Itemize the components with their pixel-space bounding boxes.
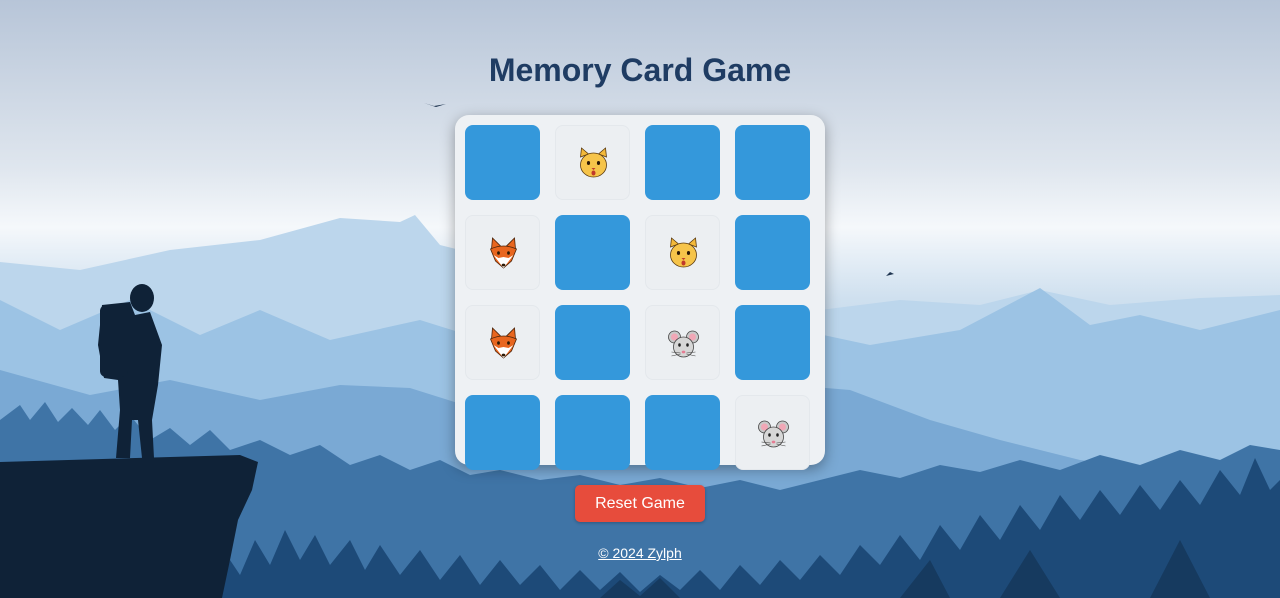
memory-card-hidden[interactable] xyxy=(645,395,720,470)
footer-copyright-link[interactable]: © 2024 Zylph xyxy=(598,545,681,561)
memory-card-revealed[interactable] xyxy=(465,215,540,290)
memory-card-hidden[interactable] xyxy=(465,395,540,470)
footer: © 2024 Zylph xyxy=(0,545,1280,563)
memory-card-hidden[interactable] xyxy=(735,125,810,200)
memory-card-hidden[interactable] xyxy=(555,215,630,290)
cliff xyxy=(0,455,258,598)
memory-card-revealed[interactable] xyxy=(645,215,720,290)
memory-card-hidden[interactable] xyxy=(735,305,810,380)
memory-card-hidden[interactable] xyxy=(465,125,540,200)
memory-card-revealed[interactable] xyxy=(735,395,810,470)
memory-card-revealed[interactable] xyxy=(645,305,720,380)
bird xyxy=(886,272,894,276)
memory-card-hidden[interactable] xyxy=(735,215,810,290)
memory-card-revealed[interactable] xyxy=(465,305,540,380)
memory-card-hidden[interactable] xyxy=(555,305,630,380)
memory-card-revealed[interactable] xyxy=(555,125,630,200)
game-board xyxy=(455,115,825,470)
bird xyxy=(424,103,446,107)
page-title: Memory Card Game xyxy=(488,52,792,88)
memory-card-hidden[interactable] xyxy=(555,395,630,470)
memory-card-hidden[interactable] xyxy=(645,125,720,200)
reset-game-button[interactable]: Reset Game xyxy=(575,485,705,522)
